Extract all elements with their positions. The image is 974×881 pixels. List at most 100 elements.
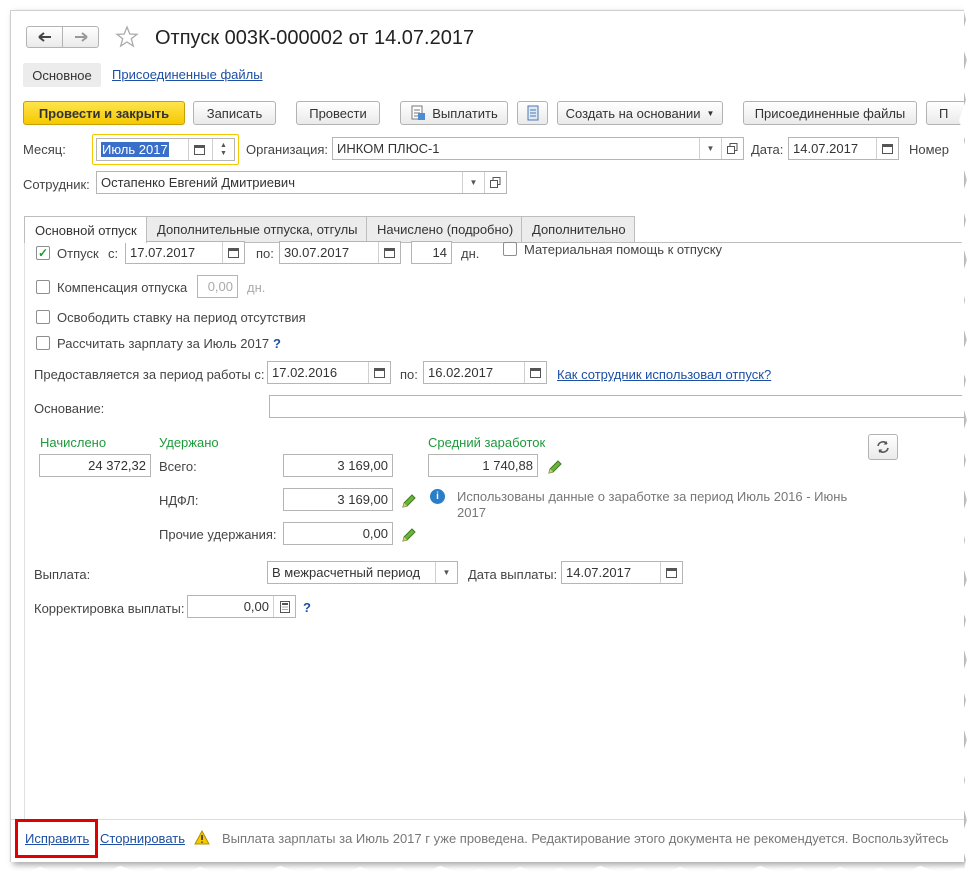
calc-salary-checkbox[interactable] (36, 336, 50, 350)
other-withholdings-edit-pencil-icon[interactable] (401, 527, 417, 543)
create-based-on-button[interactable]: Создать на основании ▼ (557, 101, 723, 125)
average-earnings-value: 1 740,88 (428, 454, 538, 477)
correction-input[interactable]: 0,00 (187, 595, 296, 618)
calc-salary-help[interactable]: ? (273, 336, 281, 351)
material-help-label: Материальная помощь к отпуску (524, 242, 723, 257)
average-earnings-heading: Средний заработок (428, 435, 546, 450)
payout-date-label: Дата выплаты: (468, 567, 558, 582)
ndfl-edit-pencil-icon[interactable] (401, 493, 417, 509)
dropdown-arrow-icon: ▼ (706, 144, 715, 153)
back-button[interactable] (26, 26, 63, 48)
compensation-checkbox[interactable] (36, 280, 50, 294)
month-input[interactable]: Июль 2017 ▲ ▼ (96, 138, 235, 161)
work-period-to-calendar[interactable] (524, 362, 546, 383)
work-period-from-calendar[interactable] (368, 362, 390, 383)
arrow-right-icon (74, 32, 88, 42)
work-period-to-input[interactable]: 16.02.2017 (423, 361, 547, 384)
employee-value: Остапенко Евгений Дмитриевич (101, 175, 295, 190)
report-button[interactable] (517, 101, 548, 125)
organization-open-button[interactable] (721, 138, 743, 159)
employee-open-button[interactable] (484, 172, 506, 193)
document-window: Отпуск 003К-000002 от 14.07.2017 Основно… (10, 10, 964, 862)
refresh-button[interactable] (868, 434, 898, 460)
nav-main-label: Основное (32, 67, 92, 83)
nav-attached-files[interactable]: Присоединенные файлы (112, 67, 263, 82)
tab-accrued-detailed[interactable]: Начислено (подробно) (366, 216, 522, 242)
average-edit-pencil-icon[interactable] (547, 459, 563, 475)
vacation-from-input[interactable]: 17.07.2017 (125, 241, 245, 264)
calendar-icon (384, 248, 395, 258)
work-period-to-label: по: (400, 367, 418, 382)
warning-icon (194, 830, 210, 845)
calc-salary-label: Рассчитать зарплату за Июль 2017 (57, 336, 270, 351)
payout-date-value: 14.07.2017 (566, 565, 632, 580)
payout-dropdown-button[interactable]: ▼ (435, 562, 457, 583)
tab-main-vacation[interactable]: Основной отпуск (24, 216, 147, 243)
vacation-days-input[interactable]: 14 (411, 241, 452, 264)
work-period-from-value: 17.02.2016 (272, 365, 338, 380)
arrow-left-icon (37, 32, 51, 42)
info-icon: i (430, 489, 445, 504)
fix-link[interactable]: Исправить (25, 831, 89, 846)
vacation-from-calendar[interactable] (222, 242, 244, 263)
withheld-total-value: 3 169,00 (283, 454, 393, 477)
payout-select[interactable]: В межрасчетный период ▼ (267, 561, 458, 584)
material-help-checkbox[interactable] (503, 242, 517, 256)
ndfl-value: 3 169,00 (283, 488, 393, 511)
release-rate-checkbox[interactable] (36, 310, 50, 324)
reverse-link[interactable]: Сторнировать (100, 831, 185, 846)
calendar-icon (666, 568, 677, 578)
nav-main[interactable]: Основное (23, 63, 101, 87)
compensation-days-input[interactable]: 0,00 (197, 275, 238, 298)
date-input[interactable]: 14.07.2017 (788, 137, 899, 160)
dropdown-arrow-icon: ▼ (706, 108, 715, 118)
info-text-line1: Использованы данные о заработке за перио… (457, 489, 848, 504)
pay-button[interactable]: Выплатить (400, 101, 508, 125)
report-icon (527, 105, 538, 121)
payout-date-input[interactable]: 14.07.2017 (561, 561, 683, 584)
vacation-to-label: по: (256, 246, 274, 261)
tab-additional[interactable]: Дополнительно (521, 216, 635, 242)
calendar-button[interactable] (188, 139, 210, 160)
payout-date-calendar[interactable] (660, 562, 682, 583)
correction-help[interactable]: ? (303, 600, 311, 615)
month-field[interactable]: Июль 2017 ▲ ▼ (92, 134, 239, 165)
work-period-label: Предоставляется за период работы с: (34, 367, 265, 382)
basis-label: Основание: (34, 401, 105, 416)
footer-divider (11, 819, 964, 820)
post-button[interactable]: Провести (296, 101, 380, 125)
page-title: Отпуск 003К-000002 от 14.07.2017 (155, 27, 475, 49)
correction-value: 0,00 (243, 599, 269, 614)
dropdown-arrow-icon: ▼ (442, 568, 451, 577)
month-stepper[interactable]: ▲ ▼ (212, 139, 234, 160)
refresh-icon (877, 441, 889, 453)
employee-dropdown-button[interactable]: ▼ (462, 172, 484, 193)
calculator-icon (279, 600, 290, 613)
work-period-from-input[interactable]: 17.02.2016 (267, 361, 391, 384)
post-and-close-button[interactable]: Провести и закрыть (23, 101, 185, 125)
pay-button-label: Выплатить (432, 105, 498, 121)
organization-dropdown-button[interactable]: ▼ (699, 138, 721, 159)
calendar-icon (228, 248, 239, 258)
save-button[interactable]: Записать (193, 101, 276, 125)
favorite-star-icon[interactable] (115, 25, 139, 49)
payout-value: В межрасчетный период (272, 565, 421, 580)
basis-input[interactable] (269, 395, 964, 418)
torn-edge-bottom (0, 866, 974, 881)
other-withholdings-label: Прочие удержания: (159, 527, 277, 542)
release-rate-label: Освободить ставку на период отсутствия (57, 310, 306, 325)
calendar-icon (194, 145, 205, 155)
tab-additional-vacations[interactable]: Дополнительные отпуска, отгулы (146, 216, 367, 242)
organization-input[interactable]: ИНКОМ ПЛЮС-1 ▼ (332, 137, 744, 160)
date-calendar-button[interactable] (876, 138, 898, 159)
vacation-to-input[interactable]: 30.07.2017 (279, 241, 401, 264)
accrued-value: 24 372,32 (39, 454, 151, 477)
vacation-usage-link[interactable]: Как сотрудник использовал отпуск? (557, 367, 771, 382)
attached-files-button[interactable]: Присоединенные файлы (743, 101, 917, 125)
vacation-from-label: с: (108, 246, 119, 261)
vacation-to-calendar[interactable] (378, 242, 400, 263)
vacation-checkbox[interactable]: ✓ (36, 246, 50, 260)
correction-calculator-button[interactable] (273, 596, 295, 617)
forward-button[interactable] (62, 26, 99, 48)
employee-input[interactable]: Остапенко Евгений Дмитриевич ▼ (96, 171, 507, 194)
